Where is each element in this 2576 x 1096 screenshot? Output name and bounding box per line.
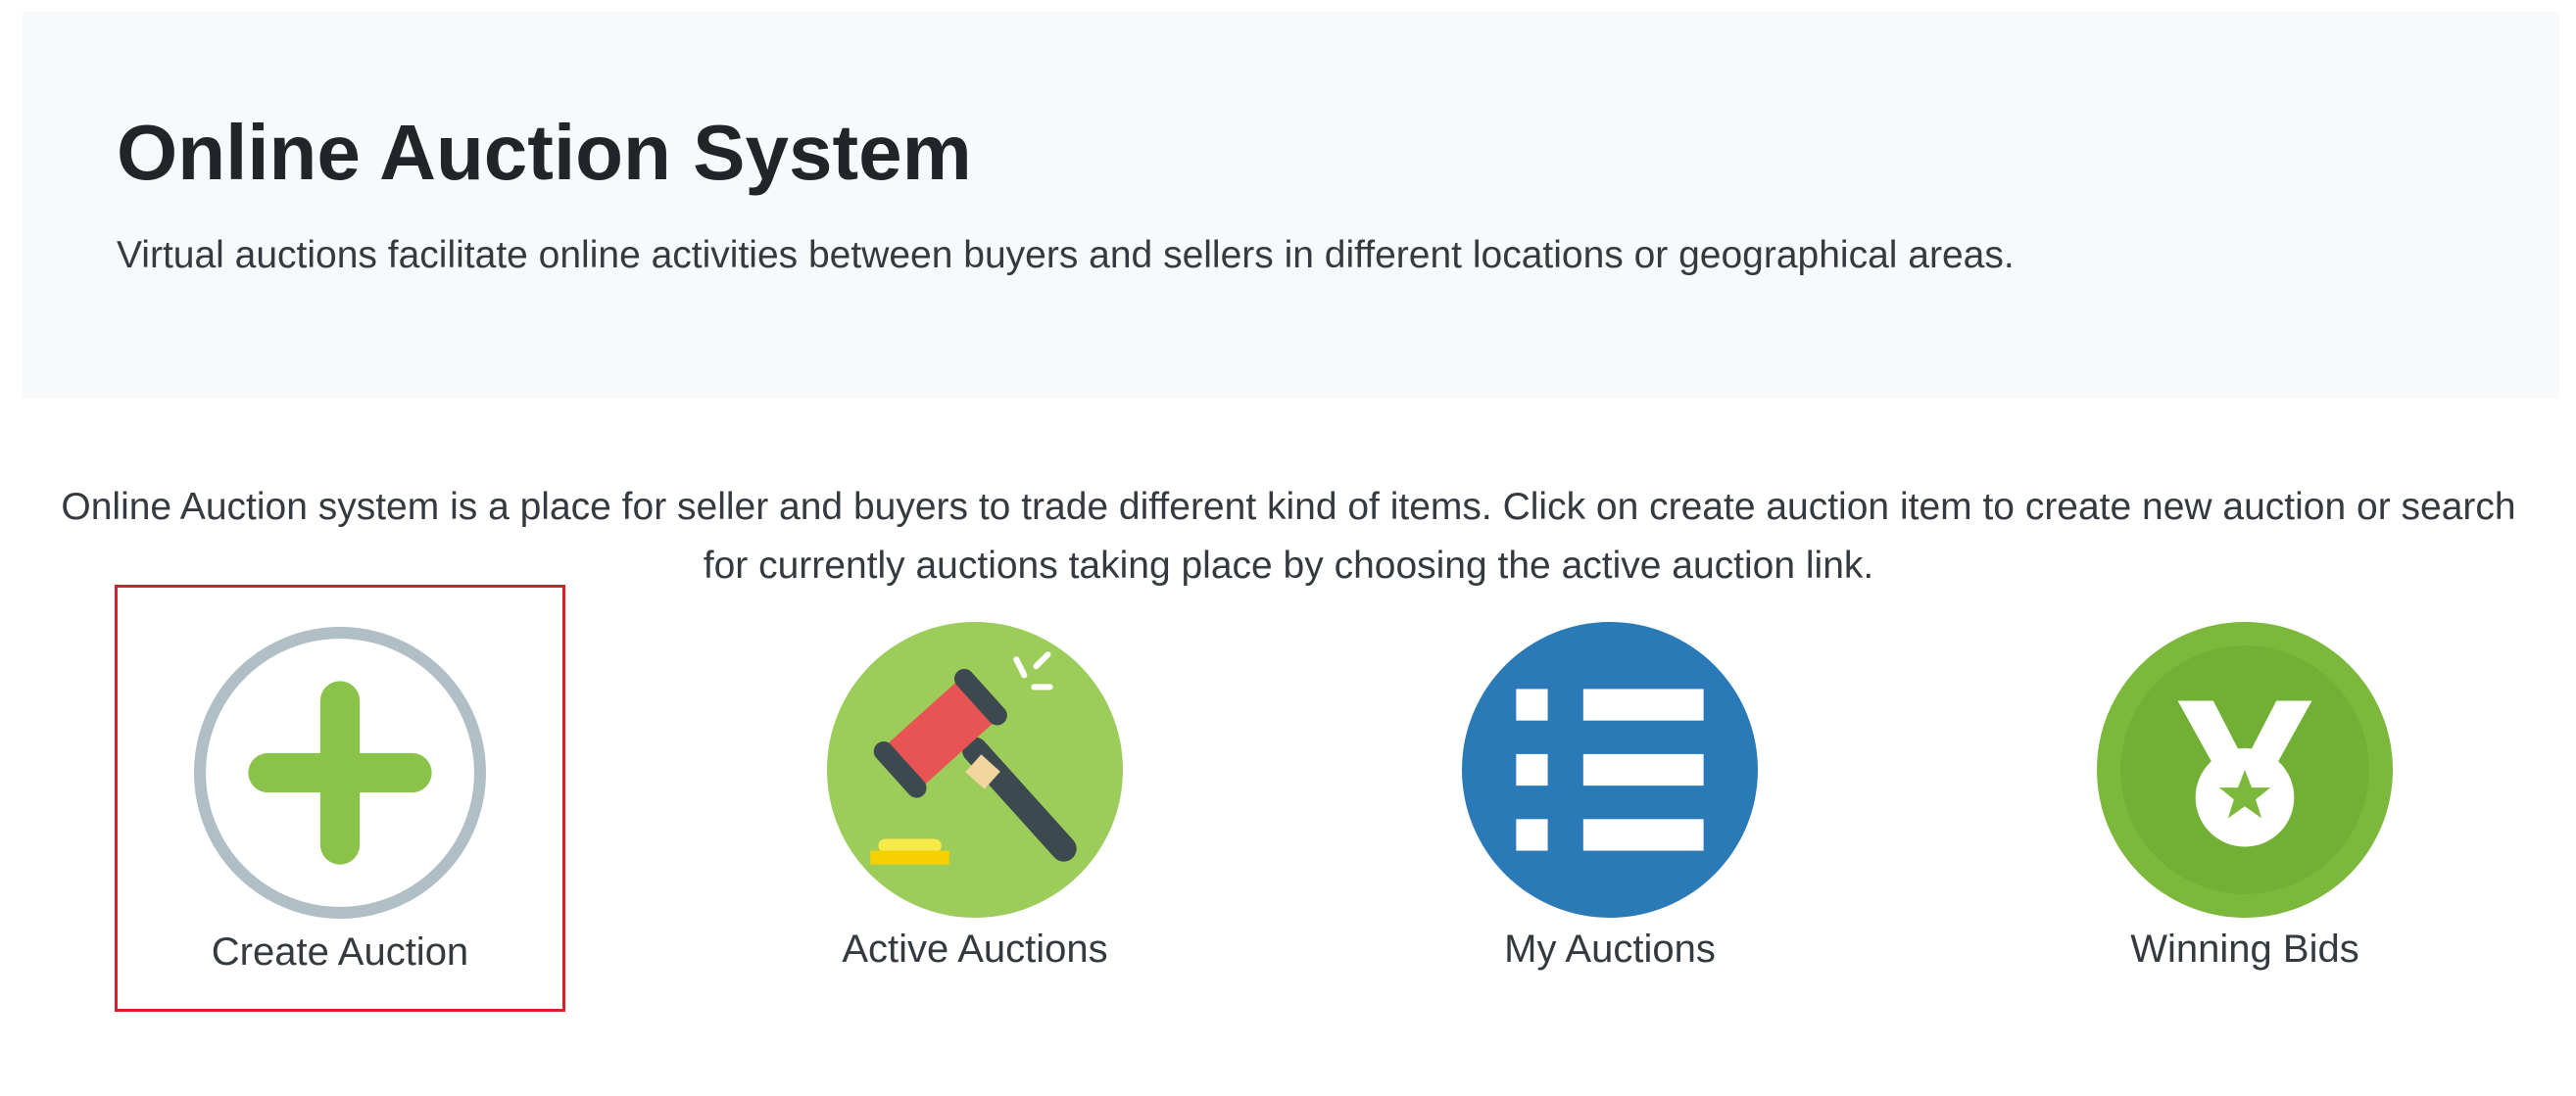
gavel-icon[interactable] xyxy=(827,622,1123,918)
my-auctions-link[interactable]: My Auctions xyxy=(1385,585,1835,1012)
plus-circle-icon[interactable] xyxy=(192,625,488,921)
list-icon[interactable] xyxy=(1462,622,1758,918)
active-auctions-label: Active Auctions xyxy=(842,928,1108,971)
intro-text: Online Auction system is a place for sel… xyxy=(61,486,2516,587)
header-jumbotron: Online Auction System Virtual auctions f… xyxy=(23,12,2559,399)
active-auctions-link[interactable]: Active Auctions xyxy=(750,585,1200,1012)
winning-bids-label: Winning Bids xyxy=(2130,928,2359,971)
winning-bids-link[interactable]: Winning Bids xyxy=(2019,585,2470,1012)
page: Online Auction System Virtual auctions f… xyxy=(0,0,2576,1096)
my-auctions-label: My Auctions xyxy=(1504,928,1716,971)
page-subtitle: Virtual auctions facilitate online activ… xyxy=(117,234,2015,276)
medal-icon[interactable] xyxy=(2097,622,2393,918)
page-title: Online Auction System xyxy=(117,109,972,196)
create-auction-label: Create Auction xyxy=(211,930,469,974)
create-auction-link[interactable]: Create Auction xyxy=(115,585,565,1012)
